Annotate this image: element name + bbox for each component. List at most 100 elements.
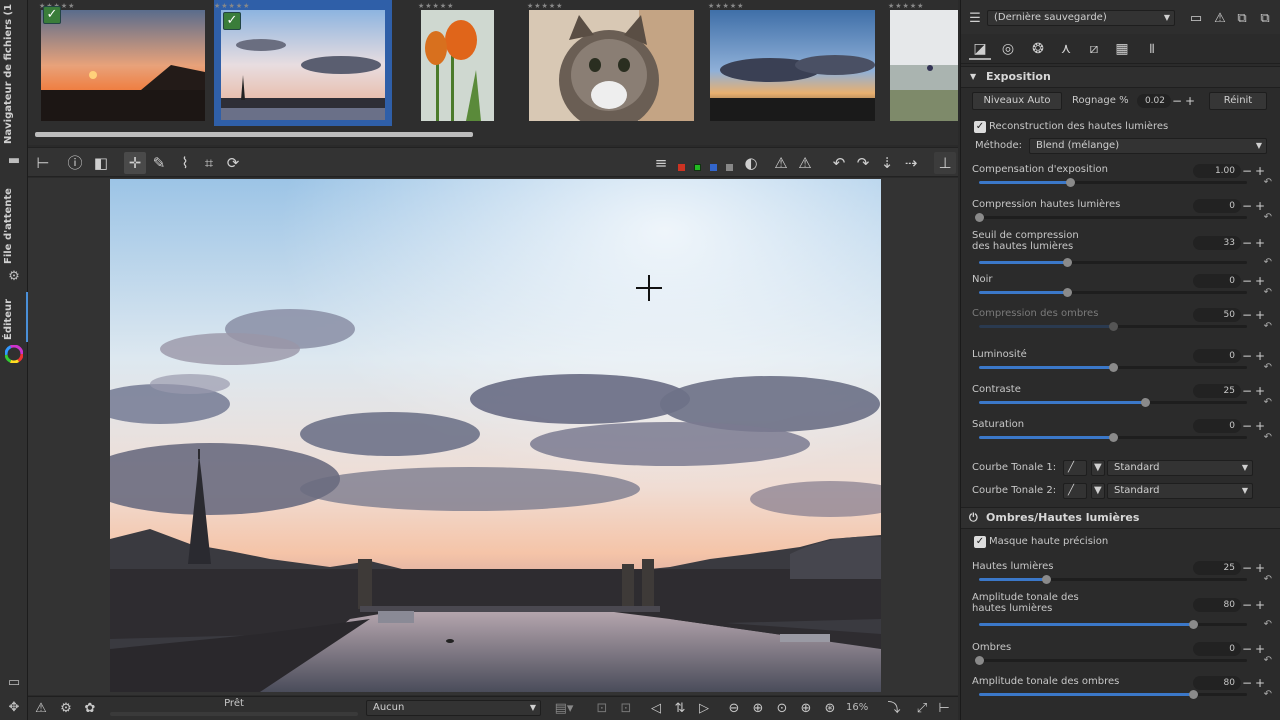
minus-icon[interactable]: − [1241,274,1253,288]
paste-profile-icon[interactable]: ⧉ [1254,8,1276,30]
thumbnail-rating[interactable]: ★★★★★ [708,2,877,10]
zoom-fit-icon[interactable]: ⊙ [772,699,792,719]
color-wheel-icon[interactable] [4,344,24,364]
save-profile-icon[interactable]: ⚠ [1209,8,1231,30]
white-balance-picker-icon[interactable]: ✎ [148,152,170,174]
before-after-lock-icon[interactable]: ⊡ [616,699,636,719]
slider-track[interactable] [979,398,1247,407]
slider-track[interactable] [979,575,1247,584]
processing-profile-select[interactable]: (Dernière sauvegarde) ▼ [987,10,1175,26]
red-channel-icon[interactable] [678,164,685,171]
reset-icon[interactable]: ↶ [1264,212,1272,223]
reset-icon[interactable]: ↶ [1264,689,1272,700]
zoom-100-icon[interactable]: ⊕ [796,699,816,719]
reset-icon[interactable]: ↶ [1264,257,1272,268]
highlight-clip-warning-icon[interactable]: ⚠ [794,152,816,174]
next-image-icon[interactable]: ▷ [694,699,714,719]
minus-icon[interactable]: − [1241,349,1253,363]
minus-icon[interactable]: − [1241,164,1253,178]
green-channel-icon[interactable] [694,164,701,171]
plus-icon[interactable]: + [1254,308,1266,322]
reset-icon[interactable]: ↶ [1264,397,1272,408]
slider-value[interactable]: 0 [1193,419,1241,433]
preview-mode-icon[interactable]: ≡ [650,152,672,174]
slider-value[interactable]: 0 [1193,642,1241,656]
flip-vertical-icon[interactable]: ⇣ [876,152,898,174]
tone-curve-1-editor-icon[interactable]: ╱ [1063,460,1087,476]
slider-value[interactable]: 1.00 [1193,164,1241,178]
open-profile-icon[interactable]: ▭ [1185,8,1207,30]
clip-minus-icon[interactable]: − [1171,94,1183,108]
thumbnail-rating[interactable]: ★★★★★ [39,2,208,10]
queue-gears-icon[interactable]: ⚙ [56,699,76,719]
rotate-right-icon[interactable]: ↷ [852,152,874,174]
straighten-icon[interactable]: ⟳ [222,152,244,174]
save-profile-icon[interactable]: ⚠ [31,699,51,719]
plus-icon[interactable]: + [1254,419,1266,433]
filmstrip-scrollbar[interactable] [35,132,473,137]
clip-plus-icon[interactable]: + [1184,94,1196,108]
reset-icon[interactable]: ↶ [1264,287,1272,298]
tone-curve-2-editor-icon[interactable]: ╱ [1063,483,1087,499]
tab-exposure-icon[interactable]: ◪ [969,38,991,60]
power-icon[interactable]: ⏻ [969,508,978,528]
plus-icon[interactable]: + [1254,274,1266,288]
slider-track[interactable] [979,620,1247,629]
fullscreen-icon[interactable]: ⤢ [912,699,932,719]
previous-image-icon[interactable]: ◁ [646,699,666,719]
clip-value[interactable]: 0.02 [1137,94,1171,108]
slider-knob[interactable] [1063,258,1073,267]
plus-icon[interactable]: + [1254,676,1266,690]
slider-track[interactable] [979,288,1247,297]
thumbnail[interactable]: ★★★★★ ✓ [39,2,208,126]
thumbnail-rating[interactable]: ★★★★★ [214,2,392,10]
thumbnail-selected[interactable]: ★★★★★ ✓ [214,0,392,126]
reset-icon[interactable]: ↶ [1264,619,1272,630]
flip-horizontal-icon[interactable]: ⇢ [900,152,922,174]
slider-value[interactable]: 0 [1193,199,1241,213]
slider-value[interactable]: 0 [1193,349,1241,363]
monitor-icon[interactable]: ▭ [5,674,23,692]
tab-raw-icon[interactable]: ▦ [1111,38,1133,60]
move-icon[interactable]: ✥ [5,699,23,717]
gears-icon[interactable]: ⚙ [5,268,23,286]
tab-advanced-icon[interactable]: ⋏ [1055,38,1077,60]
minus-icon[interactable]: − [1241,419,1253,433]
highlight-reconstruction-checkbox[interactable]: ✓ [974,121,986,133]
zoom-crop-icon[interactable]: ⊛ [820,699,840,719]
show-right-panel-icon[interactable]: ⊥ [934,152,956,174]
new-detail-window-icon[interactable]: ⤵ [884,699,904,719]
editor-external-icon[interactable]: ✿ [80,699,100,719]
tone-curve-2-select[interactable]: Standard ▼ [1107,483,1253,499]
slider-value[interactable]: 25 [1193,384,1241,398]
slider-knob[interactable] [1066,178,1076,187]
reset-icon[interactable]: ↶ [1264,655,1272,666]
tab-transform-icon[interactable]: ⧄ [1083,38,1105,60]
slider-track[interactable] [979,178,1247,187]
tab-queue[interactable]: File d'attente [3,184,14,264]
hide-bottom-panel-icon[interactable]: ⊢ [934,699,954,719]
slider-knob[interactable] [1042,575,1051,584]
zoom-in-icon[interactable]: ⊕ [748,699,768,719]
reset-icon[interactable]: ↶ [1264,177,1272,188]
reset-icon[interactable]: ↶ [1264,574,1272,585]
slider-knob[interactable] [1063,288,1073,297]
slider-track[interactable] [979,690,1247,699]
folder-icon[interactable]: ▬ [5,152,23,170]
zoom-out-icon[interactable]: ⊖ [724,699,744,719]
slider-value[interactable]: 50 [1193,308,1241,322]
slider-track[interactable] [975,656,1247,665]
slider-knob[interactable] [1141,398,1151,407]
slider-knob[interactable] [1109,363,1118,372]
plus-icon[interactable]: + [1254,164,1266,178]
thumbnail[interactable]: ★★★★★ [527,2,696,126]
preview-select[interactable]: Aucun ▼ [366,700,541,716]
tab-file-browser[interactable]: Navigateur de fichiers (1 [3,4,14,144]
thumbnail[interactable]: ★★★★★ [888,2,958,126]
plus-icon[interactable]: + [1254,598,1266,612]
histogram-toggle-icon[interactable]: ▤▾ [546,699,582,719]
plus-icon[interactable]: + [1254,199,1266,213]
exposure-section-header[interactable]: ▼ Exposition [961,66,1280,88]
slider-value[interactable]: 80 [1193,598,1241,612]
tone-curve-1-mode-icon[interactable]: ▼ [1091,460,1105,476]
